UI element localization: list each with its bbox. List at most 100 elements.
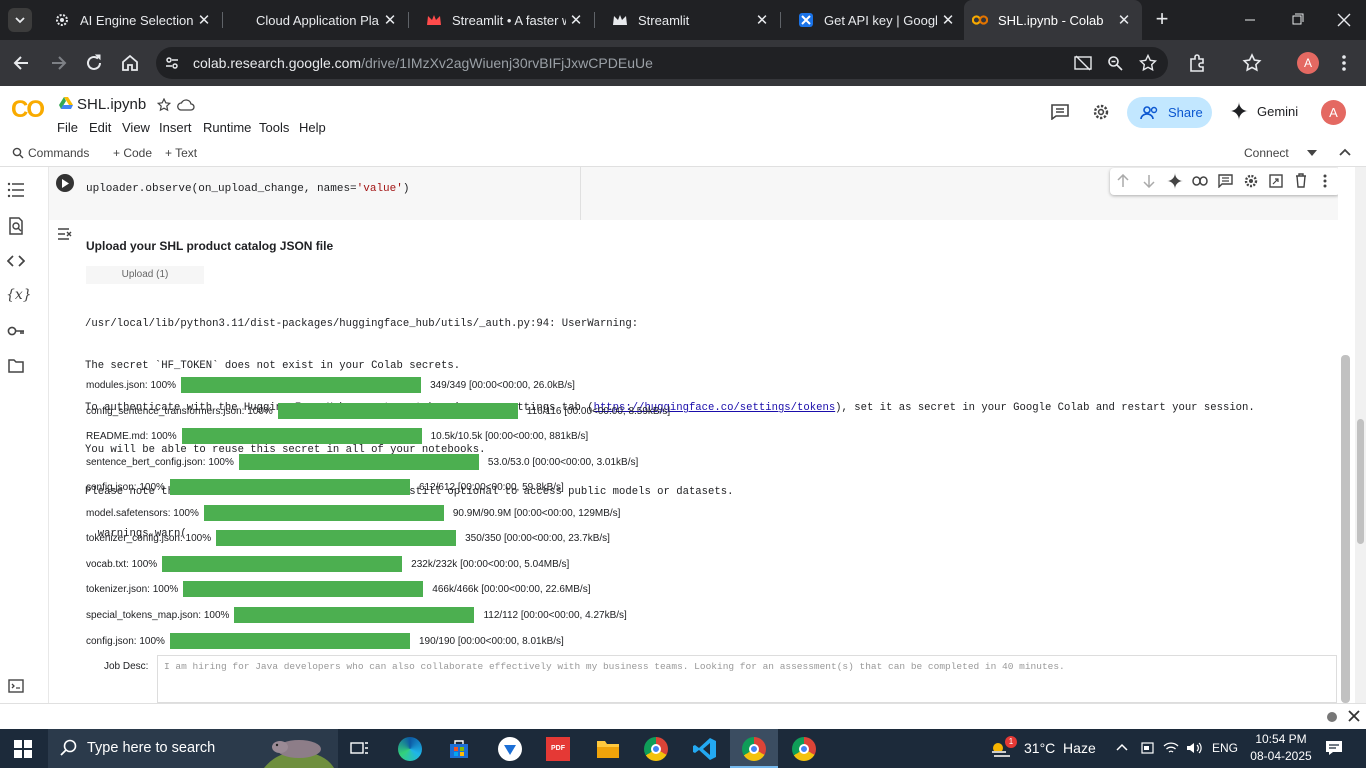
close-tab-icon[interactable]: ✕ (938, 10, 958, 30)
code-snippets-icon[interactable] (7, 254, 25, 268)
progress-stats: 190/190 [00:00<00:00, 8.01kB/s] (418, 635, 564, 647)
close-tab-icon[interactable]: ✕ (566, 10, 586, 30)
notebook-name[interactable]: SHL.ipynb (77, 96, 146, 113)
menu-tools[interactable]: Tools (259, 120, 289, 135)
windows-start-icon[interactable] (14, 740, 32, 758)
notifications-icon[interactable] (1325, 740, 1343, 756)
settings-gear-icon[interactable] (1092, 103, 1110, 121)
back-button[interactable] (12, 53, 32, 73)
chrome-profile-icon[interactable] (792, 737, 816, 761)
page-scrollbar[interactable] (1355, 167, 1366, 703)
move-cell-up-icon[interactable] (1117, 174, 1129, 188)
browser-tab[interactable]: AI Engine Selection fo ✕ (36, 0, 222, 40)
gemini-button[interactable]: Gemini (1230, 102, 1298, 120)
language-indicator[interactable]: ENG (1212, 741, 1238, 755)
url-text[interactable]: colab.research.google.com/drive/1IMzXv2a… (193, 55, 653, 71)
browser-menu-icon[interactable] (1340, 53, 1348, 73)
variables-icon[interactable]: {x} (6, 287, 32, 303)
clock-date[interactable]: 08-04-2025 (1246, 749, 1316, 763)
table-of-contents-icon[interactable] (7, 182, 25, 198)
pdf-app-icon[interactable]: PDF (546, 737, 570, 761)
colab-logo[interactable]: CO (11, 96, 45, 124)
clear-output-icon[interactable] (57, 227, 73, 241)
star-icon[interactable] (157, 98, 171, 112)
add-code-button[interactable]: + Code (113, 146, 152, 160)
progress-bar (162, 556, 403, 572)
comment-icon[interactable] (1218, 174, 1233, 188)
menu-edit[interactable]: Edit (89, 120, 111, 135)
tab-search-button[interactable] (8, 8, 32, 32)
collapse-header-icon[interactable] (1338, 147, 1352, 157)
wifi-icon[interactable] (1163, 741, 1179, 755)
volume-icon[interactable] (1186, 741, 1202, 755)
find-replace-icon[interactable] (8, 217, 24, 235)
show-hidden-icons-chevron-icon[interactable] (1116, 743, 1128, 751)
zoom-icon[interactable] (1107, 55, 1123, 71)
home-button[interactable] (120, 53, 140, 73)
share-button[interactable]: Share (1127, 97, 1212, 128)
restore-button[interactable] (1287, 12, 1307, 28)
tab-title: Get API key | Google (824, 12, 938, 28)
battery-icon[interactable] (1140, 741, 1156, 755)
bookmarks-star-icon[interactable] (1242, 53, 1262, 73)
progress-stats: 112/112 [00:00<00:00, 4.27kB/s] (483, 609, 627, 621)
bookmark-star-icon[interactable] (1139, 54, 1157, 72)
weather-text[interactable]: 31°C Haze (1024, 740, 1096, 756)
site-info-icon[interactable] (164, 55, 180, 71)
account-avatar[interactable]: A (1321, 100, 1346, 125)
link-icon[interactable] (1192, 176, 1208, 186)
browser-tab[interactable]: Streamlit • A faster w ✕ (408, 0, 594, 40)
files-folder-icon[interactable] (8, 359, 24, 373)
menu-file[interactable]: File (57, 120, 78, 135)
connect-button[interactable]: Connect (1244, 146, 1317, 160)
commands-button[interactable]: Commands (12, 146, 89, 160)
menu-view[interactable]: View (122, 120, 150, 135)
add-text-button[interactable]: + Text (165, 146, 197, 160)
close-tab-icon[interactable]: ✕ (1114, 10, 1134, 30)
browser-tab[interactable]: Streamlit ✕ (594, 0, 780, 40)
run-cell-button[interactable] (56, 174, 74, 192)
gemini-cell-icon[interactable] (1167, 173, 1183, 189)
close-status-icon[interactable] (1348, 710, 1360, 722)
job-desc-textarea[interactable]: I am hiring for Java developers who can … (157, 655, 1337, 703)
extensions-icon[interactable] (1188, 53, 1208, 73)
new-tab-button[interactable]: + (1150, 8, 1174, 32)
secrets-key-icon[interactable] (7, 325, 25, 337)
menu-insert[interactable]: Insert (159, 120, 192, 135)
menu-runtime[interactable]: Runtime (203, 120, 251, 135)
task-view-icon[interactable] (350, 740, 370, 758)
cell-settings-gear-icon[interactable] (1243, 173, 1259, 189)
close-tab-icon[interactable]: ✕ (752, 10, 772, 30)
chrome-icon[interactable] (644, 737, 668, 761)
vscode-icon[interactable] (693, 737, 717, 761)
delete-cell-icon[interactable] (1295, 173, 1307, 188)
store-icon[interactable] (448, 738, 470, 760)
progress-row: special_tokens_map.json: 100% 112/112 [00… (86, 606, 627, 624)
mirror-cell-icon[interactable] (1269, 174, 1283, 188)
taskbar-search-box[interactable]: Type here to search (48, 729, 338, 768)
chrome-profile-icon-active[interactable] (730, 729, 778, 768)
output-scrollbar-thumb[interactable] (1341, 355, 1350, 703)
browser-tab[interactable]: Cloud Application Pla ✕ (222, 0, 408, 40)
browser-tab[interactable]: Get API key | Google ✕ (780, 0, 966, 40)
close-tab-icon[interactable]: ✕ (380, 10, 400, 30)
close-tab-icon[interactable]: ✕ (194, 10, 214, 30)
close-window-button[interactable] (1334, 12, 1354, 28)
clock-time[interactable]: 10:54 PM (1246, 732, 1316, 746)
forward-button[interactable] (48, 53, 68, 73)
camera-off-icon[interactable] (1074, 55, 1092, 71)
menu-help[interactable]: Help (299, 120, 326, 135)
terminal-icon[interactable] (8, 679, 24, 693)
move-cell-down-icon[interactable] (1143, 174, 1155, 188)
more-actions-icon[interactable] (1323, 174, 1327, 188)
reload-button[interactable] (84, 53, 104, 73)
file-explorer-icon[interactable] (596, 739, 620, 759)
upload-button[interactable]: Upload (1) (86, 266, 204, 284)
profile-avatar[interactable]: A (1297, 52, 1319, 74)
comments-icon[interactable] (1051, 104, 1069, 120)
edge-browser-icon[interactable] (398, 737, 422, 761)
browser-tab-active[interactable]: SHL.ipynb - Colab ✕ (964, 0, 1142, 40)
app-icon[interactable] (498, 737, 522, 761)
page-scrollbar-thumb[interactable] (1357, 419, 1364, 544)
minimize-button[interactable] (1240, 12, 1260, 28)
